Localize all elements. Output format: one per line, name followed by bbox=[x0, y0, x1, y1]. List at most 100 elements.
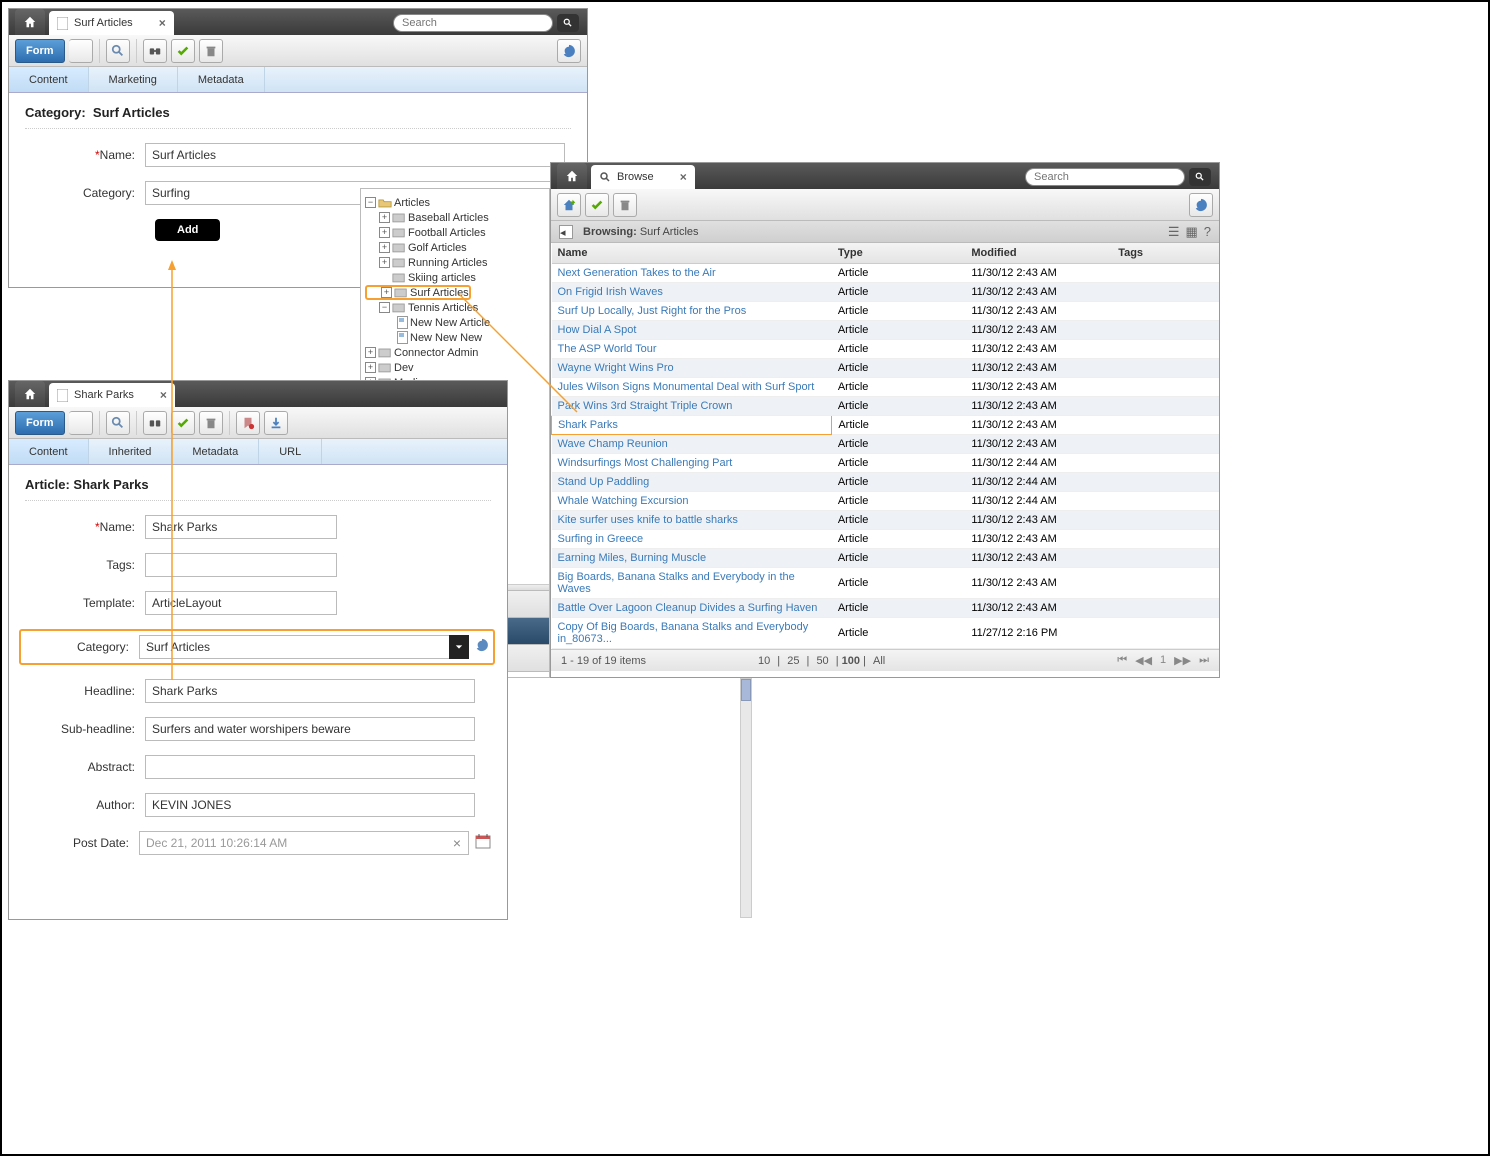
document-tab[interactable]: Browse × bbox=[591, 165, 695, 189]
search-input[interactable] bbox=[393, 14, 553, 32]
add-button[interactable]: Add bbox=[155, 219, 220, 241]
next-page-icon[interactable]: ▶▶ bbox=[1174, 654, 1191, 667]
author-input[interactable] bbox=[145, 793, 475, 817]
list-view-icon[interactable]: ☰ bbox=[1168, 224, 1180, 240]
name-input[interactable] bbox=[145, 515, 337, 539]
home-up-icon[interactable] bbox=[557, 193, 581, 217]
tab-inherited[interactable]: Inherited bbox=[89, 439, 173, 464]
form-button[interactable]: Form bbox=[15, 411, 65, 435]
table-row[interactable]: Whale Watching ExcursionArticle11/30/12 … bbox=[552, 492, 1220, 511]
close-icon[interactable]: × bbox=[160, 388, 167, 402]
collapse-icon[interactable]: ◂ bbox=[559, 225, 573, 239]
tree-node[interactable]: Skiing articles bbox=[365, 270, 545, 285]
trash-icon[interactable] bbox=[199, 39, 223, 63]
tree-node[interactable]: +Running Articles bbox=[365, 255, 545, 270]
article-name-cell[interactable]: Kite surfer uses knife to battle sharks bbox=[552, 511, 832, 530]
article-name-cell[interactable]: Surfing in Greece bbox=[552, 530, 832, 549]
article-name-cell[interactable]: Jules Wilson Signs Monumental Deal with … bbox=[552, 378, 832, 397]
table-row[interactable]: Surf Up Locally, Just Right for the Pros… bbox=[552, 302, 1220, 321]
grid-view-icon[interactable]: ▦ bbox=[1185, 224, 1197, 240]
table-row[interactable]: On Frigid Irish WavesArticle11/30/12 2:4… bbox=[552, 283, 1220, 302]
table-row[interactable]: The ASP World TourArticle11/30/12 2:43 A… bbox=[552, 340, 1220, 359]
table-row[interactable]: How Dial A SpotArticle11/30/12 2:43 AM bbox=[552, 321, 1220, 340]
last-page-icon[interactable]: ⏭ bbox=[1199, 654, 1209, 667]
prev-page-icon[interactable]: ◀◀ bbox=[1135, 654, 1152, 667]
table-row[interactable]: Earning Miles, Burning MuscleArticle11/3… bbox=[552, 549, 1220, 568]
article-name-cell[interactable]: Next Generation Takes to the Air bbox=[552, 264, 832, 283]
table-row[interactable]: Jules Wilson Signs Monumental Deal with … bbox=[552, 378, 1220, 397]
form-button[interactable]: Form bbox=[15, 39, 65, 63]
postdate-input[interactable] bbox=[139, 831, 469, 855]
category-input[interactable] bbox=[139, 635, 449, 659]
search-button[interactable] bbox=[1189, 168, 1211, 186]
form-dropdown[interactable] bbox=[69, 39, 93, 63]
tree-node-articles[interactable]: −Articles bbox=[365, 195, 545, 210]
table-row[interactable]: Shark ParksArticle11/30/12 2:43 AM bbox=[552, 416, 1220, 435]
clear-icon[interactable]: × bbox=[453, 835, 461, 851]
magnify-icon[interactable] bbox=[106, 411, 130, 435]
download-icon[interactable] bbox=[264, 411, 288, 435]
article-name-cell[interactable]: The ASP World Tour bbox=[552, 340, 832, 359]
tree-node-surf-articles[interactable]: +Surf Articles bbox=[365, 285, 471, 300]
table-row[interactable]: Park Wins 3rd Straight Triple CrownArtic… bbox=[552, 397, 1220, 416]
binoculars-icon[interactable] bbox=[143, 411, 167, 435]
home-icon[interactable] bbox=[15, 9, 45, 35]
table-row[interactable]: Surfing in GreeceArticle11/30/12 2:43 AM bbox=[552, 530, 1220, 549]
close-icon[interactable]: × bbox=[680, 170, 687, 184]
chevron-down-icon[interactable] bbox=[449, 635, 469, 659]
article-name-cell[interactable]: Stand Up Paddling bbox=[552, 473, 832, 492]
form-dropdown[interactable] bbox=[69, 411, 93, 435]
refresh-icon[interactable] bbox=[557, 39, 581, 63]
col-modified[interactable]: Modified bbox=[965, 243, 1112, 264]
help-icon[interactable]: ? bbox=[1204, 224, 1211, 240]
trash-icon[interactable] bbox=[199, 411, 223, 435]
tab-marketing[interactable]: Marketing bbox=[89, 67, 178, 92]
refresh-icon[interactable] bbox=[475, 638, 489, 657]
subheadline-input[interactable] bbox=[145, 717, 475, 741]
home-icon[interactable] bbox=[15, 381, 45, 407]
tab-url[interactable]: URL bbox=[259, 439, 322, 464]
article-name-cell[interactable]: Shark Parks bbox=[552, 416, 832, 435]
binoculars-icon[interactable] bbox=[143, 39, 167, 63]
article-name-cell[interactable]: Battle Over Lagoon Cleanup Divides a Sur… bbox=[552, 599, 832, 618]
article-name-cell[interactable]: Whale Watching Excursion bbox=[552, 492, 832, 511]
trash-icon[interactable] bbox=[613, 193, 637, 217]
article-name-cell[interactable]: Wave Champ Reunion bbox=[552, 435, 832, 454]
article-name-cell[interactable]: Earning Miles, Burning Muscle bbox=[552, 549, 832, 568]
category-dropdown[interactable] bbox=[139, 635, 469, 659]
table-row[interactable]: Wave Champ ReunionArticle11/30/12 2:43 A… bbox=[552, 435, 1220, 454]
magnify-icon[interactable] bbox=[106, 39, 130, 63]
article-name-cell[interactable]: Wayne Wright Wins Pro bbox=[552, 359, 832, 378]
document-tab[interactable]: Surf Articles × bbox=[49, 11, 174, 35]
col-tags[interactable]: Tags bbox=[1112, 243, 1219, 264]
col-type[interactable]: Type bbox=[832, 243, 966, 264]
tree-leaf[interactable]: New New Article bbox=[365, 315, 545, 330]
table-row[interactable]: Big Boards, Banana Stalks and Everybody … bbox=[552, 568, 1220, 599]
tags-input[interactable] bbox=[145, 553, 337, 577]
tree-node[interactable]: +Baseball Articles bbox=[365, 210, 545, 225]
table-row[interactable]: Copy Of Big Boards, Banana Stalks and Ev… bbox=[552, 618, 1220, 649]
approve-icon[interactable] bbox=[171, 411, 195, 435]
name-input[interactable] bbox=[145, 143, 565, 167]
document-tab[interactable]: Shark Parks × bbox=[49, 383, 175, 407]
template-input[interactable] bbox=[145, 591, 337, 615]
tree-node[interactable]: −Tennis Articles bbox=[365, 300, 545, 315]
approve-icon[interactable] bbox=[171, 39, 195, 63]
article-name-cell[interactable]: Big Boards, Banana Stalks and Everybody … bbox=[552, 568, 832, 599]
headline-input[interactable] bbox=[145, 679, 475, 703]
tree-node[interactable]: +Football Articles bbox=[365, 225, 545, 240]
tab-content[interactable]: Content bbox=[9, 67, 89, 92]
table-row[interactable]: Wayne Wright Wins ProArticle11/30/12 2:4… bbox=[552, 359, 1220, 378]
table-row[interactable]: Next Generation Takes to the AirArticle1… bbox=[552, 264, 1220, 283]
approve-icon[interactable] bbox=[585, 193, 609, 217]
home-icon[interactable] bbox=[557, 163, 587, 189]
tab-content[interactable]: Content bbox=[9, 439, 89, 464]
tree-node[interactable]: +Connector Admin bbox=[365, 345, 545, 360]
table-row[interactable]: Stand Up PaddlingArticle11/30/12 2:44 AM bbox=[552, 473, 1220, 492]
article-name-cell[interactable]: Park Wins 3rd Straight Triple Crown bbox=[552, 397, 832, 416]
search-button[interactable] bbox=[557, 14, 579, 32]
table-row[interactable]: Windsurfings Most Challenging PartArticl… bbox=[552, 454, 1220, 473]
calendar-icon[interactable] bbox=[475, 833, 491, 854]
scrollbar[interactable] bbox=[740, 678, 752, 918]
tree-node[interactable]: +Golf Articles bbox=[365, 240, 545, 255]
